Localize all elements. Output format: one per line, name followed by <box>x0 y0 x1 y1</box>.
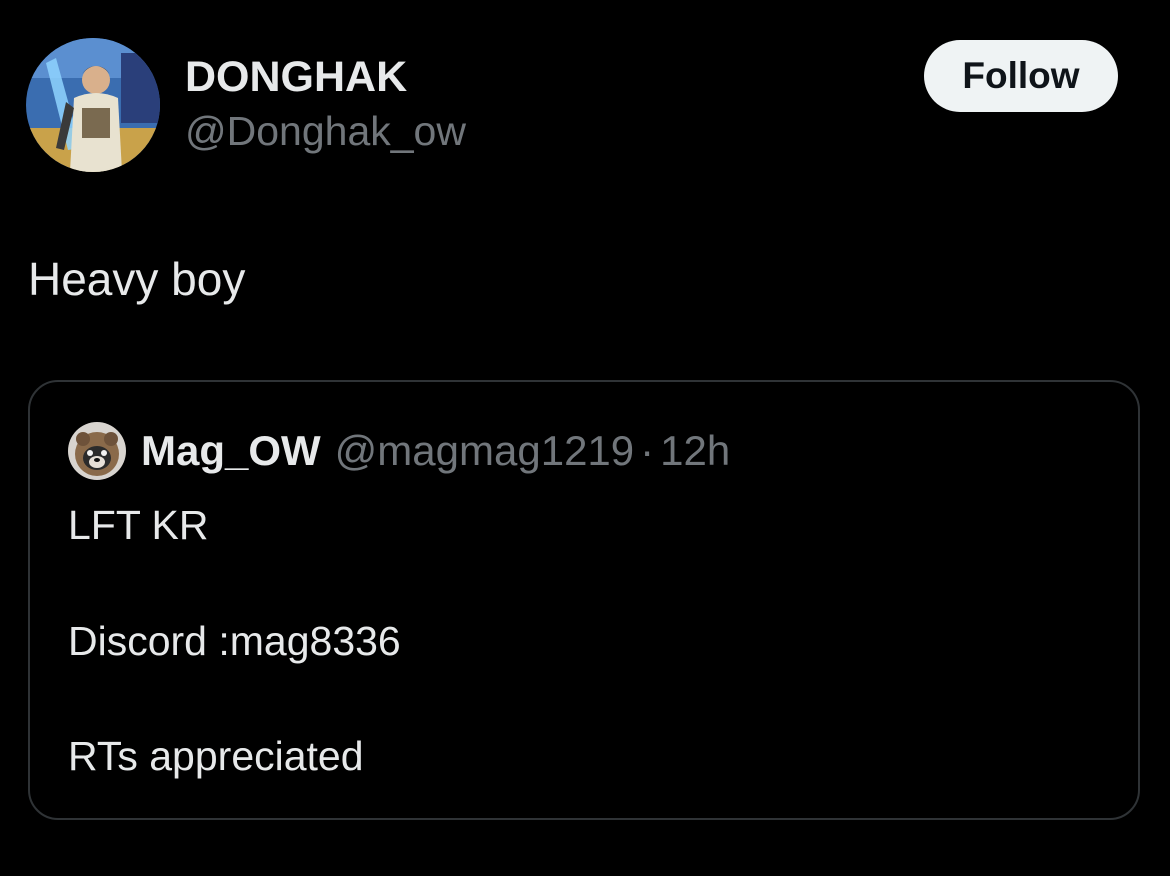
quoted-tweet-line: Discord :mag8336 <box>68 618 401 664</box>
author-avatar[interactable] <box>26 38 160 172</box>
header-separator: · <box>640 427 655 474</box>
quoted-author-display-name[interactable]: Mag_OW <box>141 427 321 474</box>
follow-button[interactable]: Follow <box>924 40 1118 112</box>
author-display-name[interactable]: DONGHAK <box>185 52 407 102</box>
quoted-tweet-line: RTs appreciated <box>68 733 364 779</box>
quoted-author-handle[interactable]: @magmag1219 <box>335 427 634 474</box>
author-handle[interactable]: @Donghak_ow <box>185 106 466 156</box>
profile-photo-icon <box>26 38 160 172</box>
quoted-author-avatar[interactable] <box>68 422 126 480</box>
tweet-text: Heavy boy <box>28 253 246 305</box>
quoted-tweet-line: LFT KR <box>68 502 209 548</box>
quoted-tweet-card[interactable]: Mag_OW @magmag1219 · 12h LFT KR Discord :ma… <box>28 380 1140 820</box>
quoted-tweet-timestamp[interactable]: 12h <box>660 427 730 474</box>
quoted-tweet-header: Mag_OW @magmag1219 · 12h <box>141 426 730 476</box>
dog-photo-icon <box>68 422 126 480</box>
